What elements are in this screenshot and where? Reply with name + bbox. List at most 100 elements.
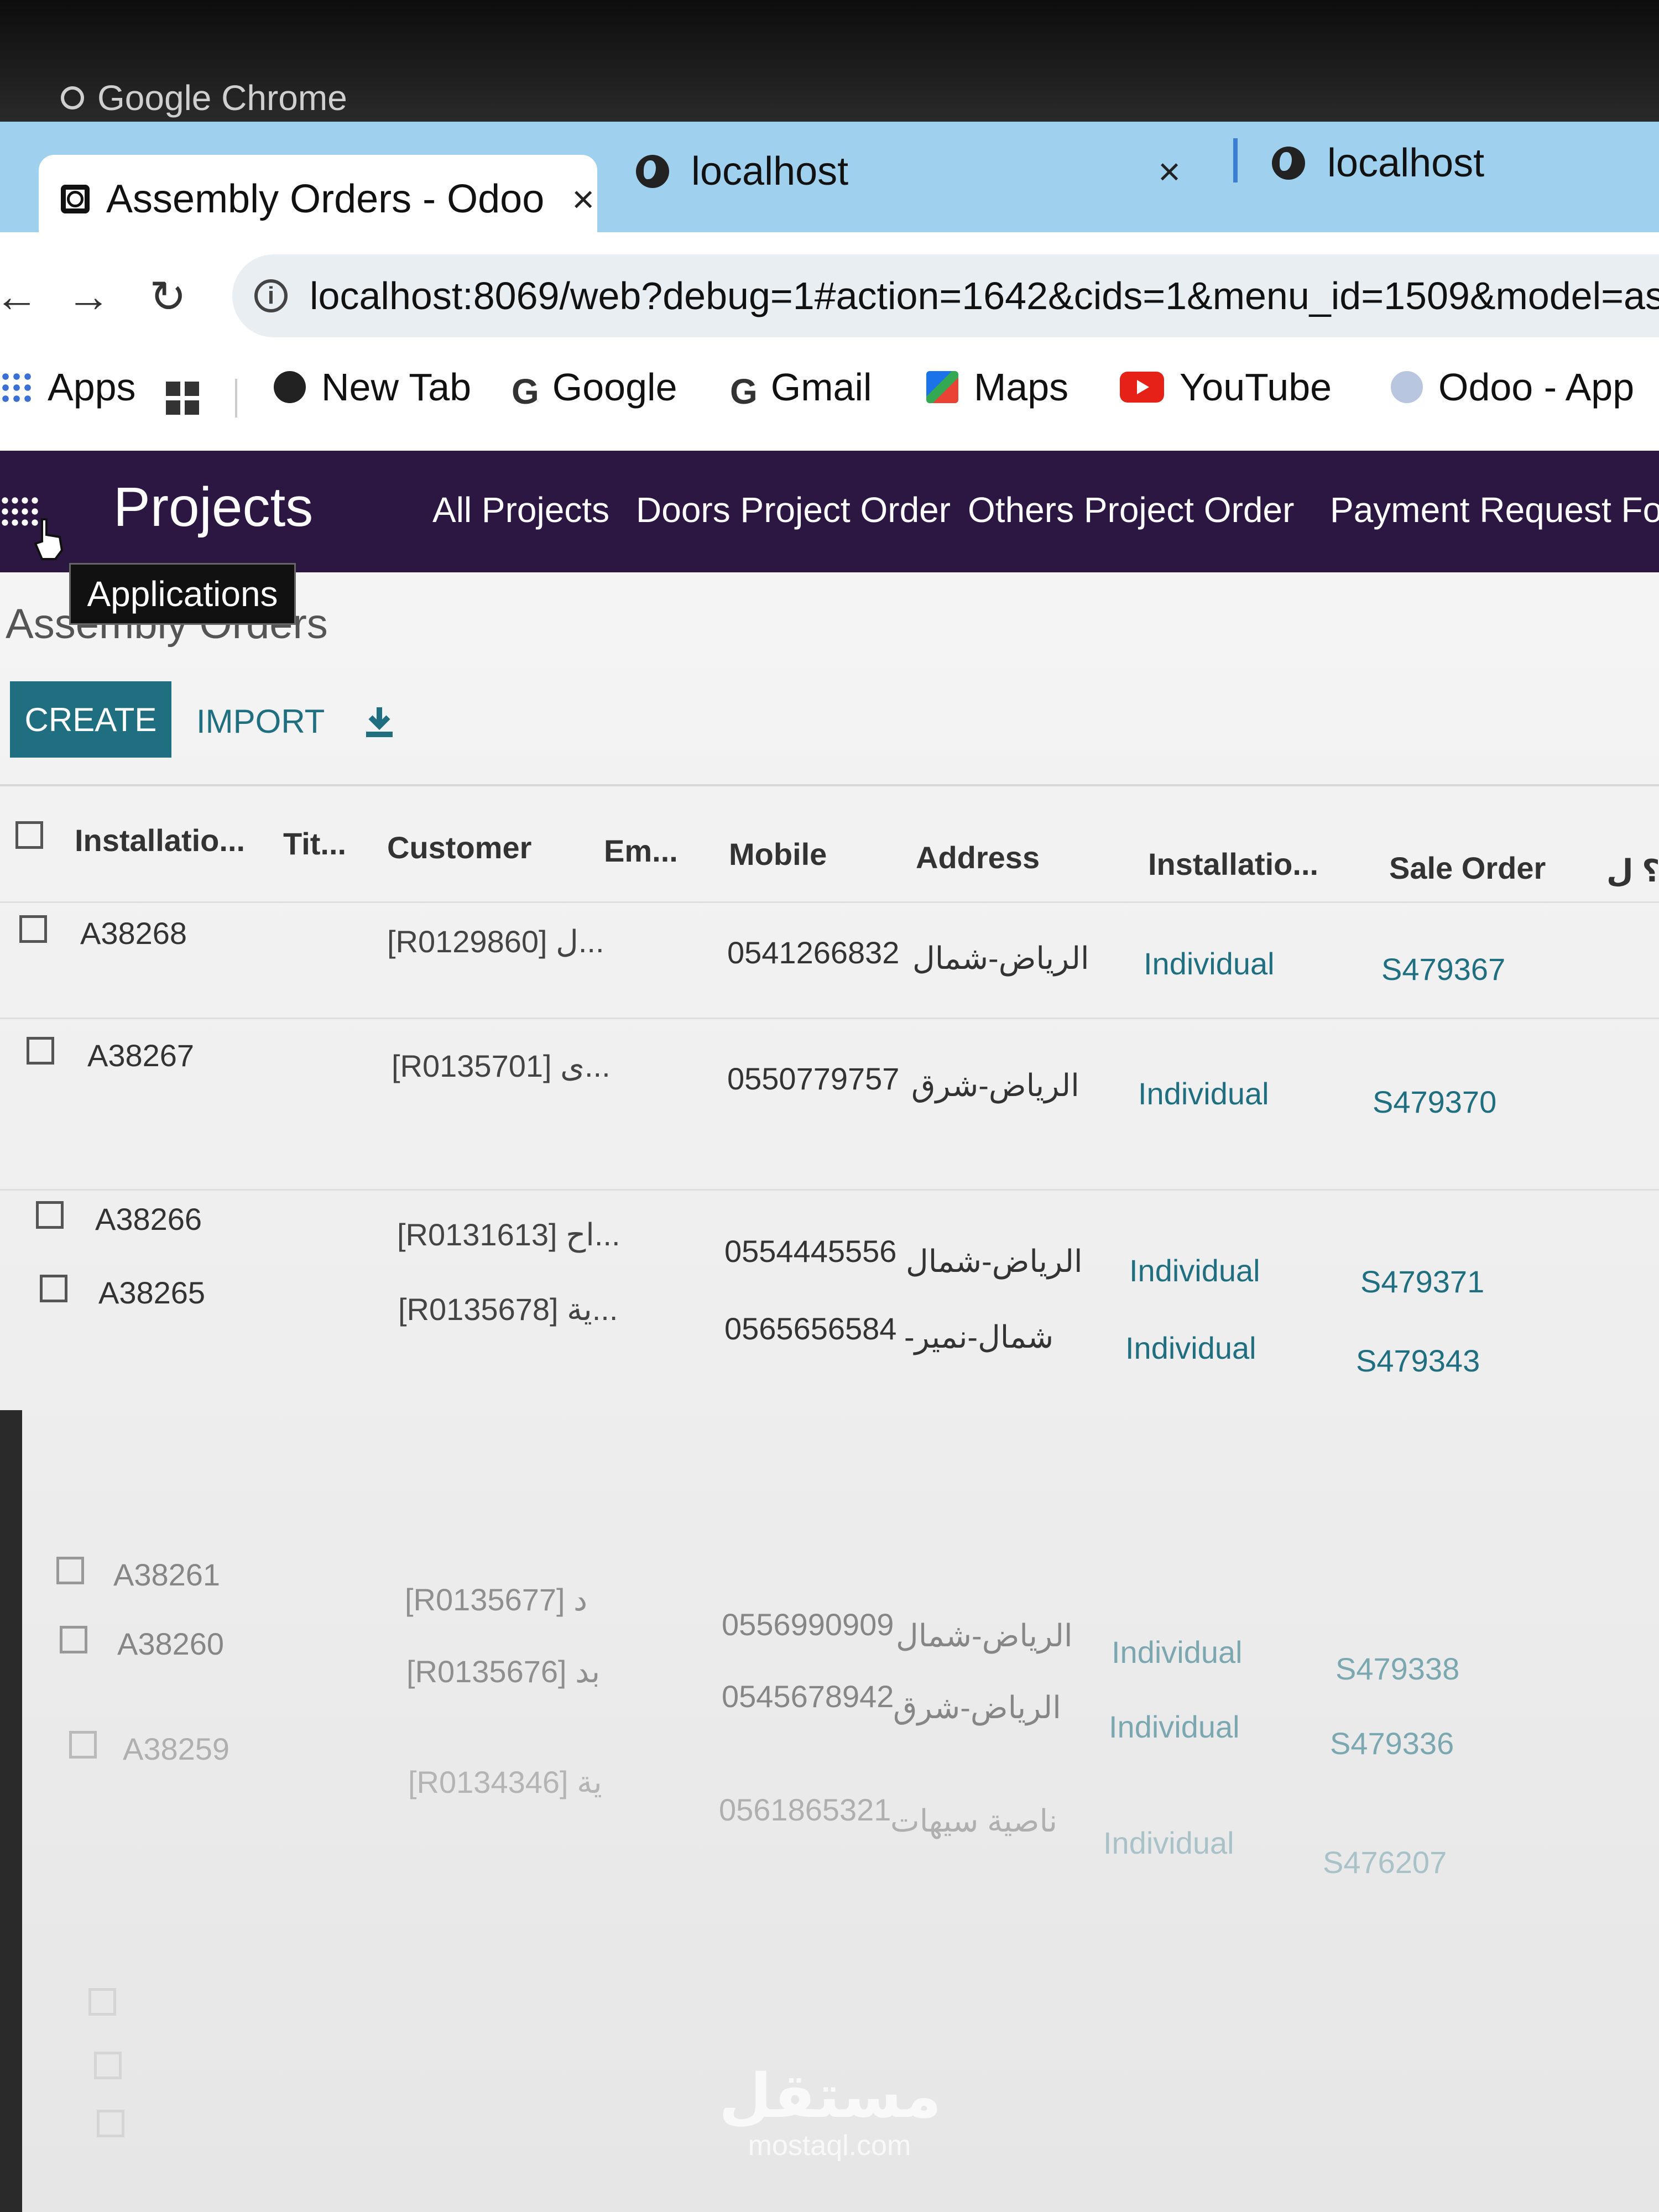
create-button[interactable]: CREATE [10,681,171,758]
bookmark-google[interactable]: G Google [512,365,677,411]
column-header-address[interactable]: Address [916,839,1040,875]
cell-customer[interactable]: [R0135678] ية... [398,1291,618,1328]
cell-sale-order[interactable]: S479370 [1373,1084,1496,1120]
cell-sale-order[interactable]: S476207 [1323,1844,1447,1880]
reload-icon[interactable]: ↻ [149,271,186,322]
cell-address[interactable]: الرياض-شمال [896,1618,1073,1654]
tab-localhost-2[interactable]: localhost [1272,124,1484,202]
row-checkbox[interactable] [56,1557,84,1584]
cell-installation-id[interactable]: A38268 [80,915,187,951]
menu-payment-request[interactable]: Payment Request Fo [1330,489,1659,530]
address-bar[interactable]: i localhost:8069/web?debug=1#action=1642… [232,254,1659,337]
bookmark-odoo[interactable]: Odoo - App [1391,365,1634,409]
cell-mobile[interactable]: 0561865321 [719,1792,891,1828]
import-button[interactable]: IMPORT [196,702,325,740]
row-checkbox[interactable] [36,1201,64,1229]
tab-separator [1233,138,1238,182]
cell-installation-type[interactable]: Individual [1109,1709,1240,1745]
column-header-extra[interactable]: ؟ ل [1606,853,1659,889]
cell-installation-type[interactable]: Individual [1138,1076,1269,1112]
watermark-logo: مستقل [719,2060,942,2131]
os-title-bar: Google Chrome [0,0,1659,127]
cell-installation-type[interactable]: Individual [1129,1253,1260,1288]
bookmark-apps[interactable]: Apps [0,365,136,409]
bookmark-label: YouTube [1180,366,1332,409]
close-tab-icon[interactable]: × [572,177,594,221]
cell-customer[interactable]: [R0129860] ل... [387,924,604,960]
cell-installation-id[interactable]: A38266 [95,1201,202,1237]
column-header-mobile[interactable]: Mobile [729,836,827,872]
cell-mobile[interactable]: 0554445556 [724,1233,896,1269]
cell-installation-type[interactable]: Individual [1125,1330,1256,1366]
column-header-email[interactable]: Em... [604,833,678,869]
forward-icon[interactable]: → [66,271,111,322]
close-tab-icon[interactable]: × [1158,149,1181,194]
cell-installation-type[interactable]: Individual [1112,1634,1243,1670]
column-header-installation-type[interactable]: Installatio... [1148,846,1318,882]
back-icon[interactable]: ← [0,271,39,322]
cell-mobile[interactable]: 0550779757 [727,1061,899,1097]
cell-address[interactable]: ناصية سيهات [890,1803,1057,1839]
app-title[interactable]: Projects [113,476,313,539]
bookmark-label: Apps [48,366,136,409]
row-checkbox[interactable] [97,2110,124,2137]
cell-mobile[interactable]: 0565656584 [724,1311,896,1347]
cell-installation-id[interactable]: A38259 [123,1731,229,1767]
cell-customer[interactable]: [R0131613] اح... [397,1217,620,1253]
cell-address[interactable]: الرياض-شرق [893,1689,1061,1726]
menu-all-projects[interactable]: All Projects [432,489,609,530]
cell-installation-id[interactable]: A38260 [117,1626,224,1662]
cell-installation-type[interactable]: Individual [1103,1825,1234,1861]
globe-icon [274,371,306,403]
cell-customer[interactable]: [R0135677] د [405,1582,587,1618]
watermark-text: mostaql.com [748,2130,911,2162]
cell-sale-order[interactable]: S479338 [1335,1651,1459,1687]
cell-installation-id[interactable]: A38267 [87,1037,194,1073]
bookmark-gmail[interactable]: G Gmail [730,365,872,411]
cell-mobile[interactable]: 0541266832 [727,935,899,971]
cell-customer[interactable]: [R0135701] ى... [392,1048,611,1084]
row-checkbox[interactable] [27,1037,54,1065]
bookmark-separator [235,379,237,418]
cell-address[interactable]: -شمال-نمير [904,1319,1053,1355]
bookmark-maps[interactable]: Maps [926,365,1068,409]
tab-groups-icon[interactable] [166,382,199,415]
cell-customer[interactable]: [R0134346] ية [408,1764,602,1801]
cell-sale-order[interactable]: S479343 [1356,1343,1480,1379]
cell-sale-order[interactable]: S479336 [1330,1725,1454,1761]
globe-icon [636,155,669,188]
bookmark-new-tab[interactable]: New Tab [274,365,471,409]
menu-others-project-order[interactable]: Others Project Order [968,489,1294,530]
select-all-checkbox[interactable] [15,821,43,849]
cell-address[interactable]: الرياض-شمال [906,1243,1083,1280]
download-icon[interactable] [365,705,394,738]
screen-bezel [0,1410,22,2212]
cell-customer[interactable]: [R0135676] بد [406,1653,600,1690]
cell-installation-id[interactable]: A38261 [113,1557,220,1593]
cell-installation-type[interactable]: Individual [1144,946,1275,982]
bookmark-label: Google [552,366,677,409]
row-separator [0,1189,1659,1191]
tab-localhost-1[interactable]: localhost × [636,133,1181,210]
row-checkbox[interactable] [69,1731,97,1759]
cell-mobile[interactable]: 0556990909 [722,1606,894,1642]
menu-doors-project-order[interactable]: Doors Project Order [636,489,951,530]
row-checkbox[interactable] [19,915,47,943]
row-checkbox[interactable] [94,2052,122,2079]
site-info-icon[interactable]: i [254,279,288,312]
cell-address[interactable]: الرياض-شرق [911,1067,1079,1104]
cell-sale-order[interactable]: S479371 [1360,1264,1484,1300]
cell-address[interactable]: الرياض-شمال [912,940,1089,977]
row-checkbox[interactable] [40,1275,67,1302]
cell-mobile[interactable]: 0545678942 [722,1678,894,1714]
column-header-customer[interactable]: Customer [387,830,531,865]
column-header-installation[interactable]: Installatio... [75,822,245,858]
column-header-title[interactable]: Tit... [283,826,346,862]
bookmark-youtube[interactable]: YouTube [1120,365,1332,409]
row-checkbox[interactable] [88,1988,116,2016]
column-header-sale-order[interactable]: Sale Order [1389,850,1546,886]
row-checkbox[interactable] [60,1626,87,1653]
cell-sale-order[interactable]: S479367 [1381,951,1505,987]
tab-assembly-orders[interactable]: Assembly Orders - Odoo × [39,155,597,243]
cell-installation-id[interactable]: A38265 [98,1275,205,1311]
